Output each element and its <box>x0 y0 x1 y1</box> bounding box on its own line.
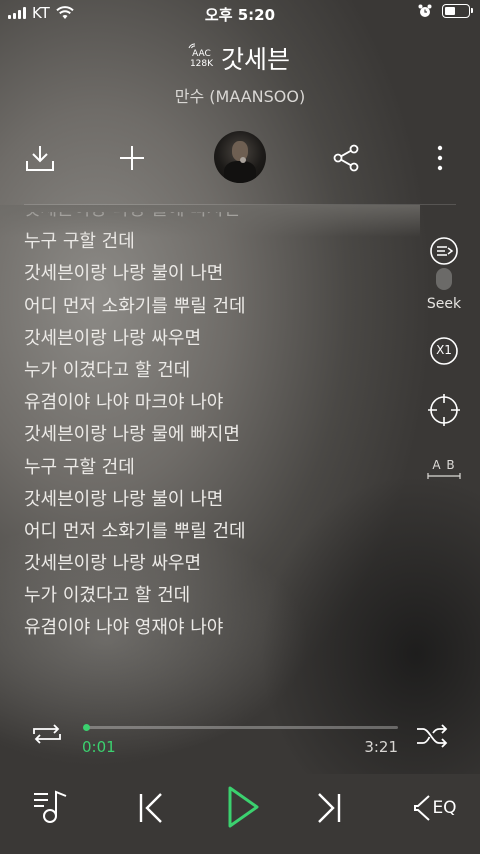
play-button[interactable] <box>218 780 266 834</box>
playlist-music-icon <box>34 790 67 823</box>
clock: 오후 5:20 <box>204 6 276 24</box>
ab-range-icon <box>427 473 461 479</box>
song-title: 갓세븐 <box>221 45 291 74</box>
lyric-line: 갓세븐이랑 나랑 불이 나면 <box>24 488 224 510</box>
quality-bitrate: 128K <box>189 59 214 69</box>
add-icon <box>120 146 144 170</box>
battery-icon <box>442 4 473 18</box>
alarm-icon <box>418 4 432 17</box>
share-icon <box>333 144 359 172</box>
previous-icon <box>139 793 162 823</box>
add-button[interactable] <box>112 130 152 186</box>
lyrics-view[interactable]: 갓세븐이랑 나랑 물에 빠지면 누구 구할 건데 갓세븐이랑 나랑 불이 나면 … <box>24 212 414 672</box>
playlist-button[interactable] <box>28 784 72 828</box>
lyric-line: 누가 이겼다고 할 건데 <box>24 585 191 607</box>
lyric-line: 누가 이겼다고 할 건데 <box>24 359 191 381</box>
lyric-line: 갓세븐이랑 나랑 불이 나면 <box>24 263 224 285</box>
eq-button[interactable]: EQ <box>410 788 460 828</box>
more-icon <box>437 145 443 171</box>
seek-control[interactable]: Seek <box>424 236 464 312</box>
ab-repeat-button[interactable]: A B <box>424 458 464 480</box>
ab-label: A B <box>432 458 456 472</box>
progress-bar[interactable] <box>82 724 398 731</box>
download-icon <box>26 146 54 171</box>
seek-label: Seek <box>426 296 462 312</box>
lyric-line: 갓세븐이랑 나랑 싸우면 <box>24 327 202 349</box>
shuffle-button[interactable] <box>414 722 450 750</box>
track-header: AAC 128K 갓세븐 <box>0 40 480 76</box>
quality-codec: AAC <box>192 49 211 59</box>
speed-label: X1 <box>436 343 452 357</box>
total-time: 3:21 <box>364 738 398 756</box>
previous-button[interactable] <box>128 786 172 830</box>
share-button[interactable] <box>326 130 366 186</box>
crosshair-icon <box>428 394 460 426</box>
locate-button[interactable] <box>424 394 464 426</box>
lyric-line: 어디 먼저 소화기를 뿌릴 건데 <box>24 520 246 542</box>
lyric-line: 갓세븐이랑 나랑 물에 빠지면 <box>24 212 414 226</box>
progress-knob[interactable] <box>82 724 90 731</box>
next-icon <box>318 793 341 823</box>
lyric-line: 갓세븐이랑 나랑 물에 빠지면 <box>24 424 240 446</box>
play-icon <box>228 786 259 828</box>
seek-icon <box>430 237 458 265</box>
lyric-line: 유겸이야 나야 마크야 나야 <box>24 392 224 414</box>
signal-wave-icon <box>188 43 195 49</box>
lyric-line: 누구 구할 건데 <box>24 231 135 253</box>
more-button[interactable] <box>420 130 460 186</box>
lyric-line: 갓세븐이랑 나랑 싸우면 <box>24 553 202 575</box>
artist-name[interactable]: 만수 (MAANSOO) <box>0 83 480 107</box>
download-button[interactable] <box>20 130 60 186</box>
lyric-line: 누구 구할 건데 <box>24 456 135 478</box>
artist-avatar[interactable] <box>214 131 266 183</box>
shuffle-icon <box>417 724 448 748</box>
lyric-line: 어디 먼저 소화기를 뿌릴 건데 <box>24 295 246 317</box>
repeat-button[interactable] <box>30 720 64 748</box>
speed-button[interactable]: X1 <box>424 336 464 366</box>
divider <box>24 204 456 205</box>
repeat-icon <box>33 724 61 744</box>
eq-label: EQ <box>432 798 457 818</box>
speaker-icon <box>414 795 431 821</box>
current-time: 0:01 <box>82 738 116 756</box>
next-button[interactable] <box>308 786 352 830</box>
status-bar: KT 오후 5:20 <box>0 0 480 26</box>
quality-badge: AAC 128K <box>188 43 214 69</box>
seek-toggle[interactable] <box>436 268 452 290</box>
lyric-line: 유겸이야 나야 영재야 나야 <box>24 617 224 639</box>
